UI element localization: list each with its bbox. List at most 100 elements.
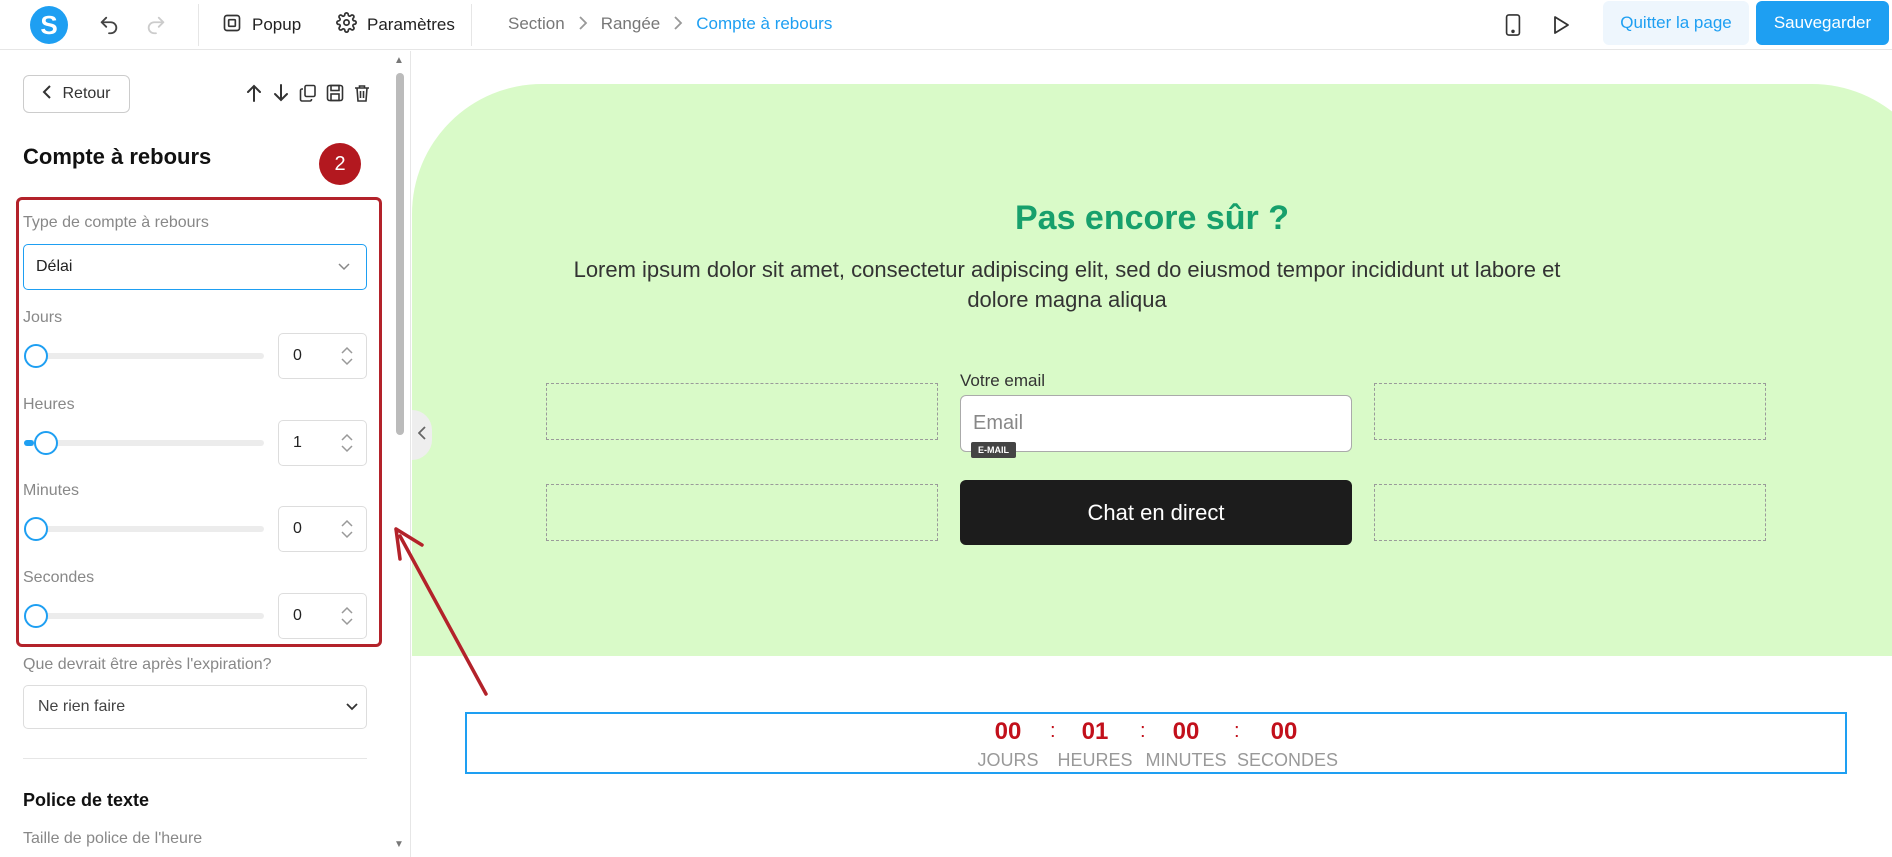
redo-icon[interactable]	[144, 13, 168, 37]
quit-page-button[interactable]: Quitter la page	[1603, 1, 1749, 45]
empty-column-slot[interactable]	[546, 383, 938, 440]
slider-knob[interactable]	[33, 431, 58, 455]
seconds-label: Secondes	[23, 569, 95, 586]
save-block-icon[interactable]	[325, 83, 345, 103]
slider-knob[interactable]	[24, 604, 48, 628]
hero-section[interactable]	[412, 84, 1892, 656]
countdown-type-select[interactable]: Délai	[23, 244, 367, 290]
gear-icon	[336, 12, 357, 38]
top-toolbar: S Popup Paramètres Section Rangée Compte…	[0, 0, 1892, 50]
countdown-seconds-value: 00	[1270, 718, 1298, 745]
slider-fill	[24, 440, 34, 446]
countdown-hours-label: HEURES	[1057, 750, 1133, 770]
live-chat-button[interactable]: Chat en direct	[960, 480, 1352, 545]
countdown-days-value: 00	[994, 718, 1022, 745]
breadcrumb-item-countdown[interactable]: Compte à rebours	[696, 14, 832, 34]
popup-label: Popup	[252, 15, 302, 34]
hero-body-text[interactable]: Lorem ipsum dolor sit amet, consectetur …	[562, 255, 1572, 315]
popup-menu-button[interactable]: Popup	[222, 11, 301, 39]
hours-input[interactable]: 1	[278, 420, 367, 466]
divider	[23, 758, 367, 759]
step-badge: 2	[319, 143, 361, 185]
scrollbar-thumb[interactable]	[396, 73, 404, 435]
seconds-value: 0	[293, 607, 302, 624]
seconds-input[interactable]: 0	[278, 593, 367, 639]
scroll-up-icon[interactable]: ▲	[394, 55, 404, 66]
hours-label: Heures	[23, 396, 75, 413]
days-label: Jours	[23, 309, 63, 326]
email-label: Votre email	[960, 371, 1046, 390]
email-placeholder: Email	[973, 412, 1024, 434]
element-tools	[244, 83, 372, 103]
duplicate-icon[interactable]	[298, 83, 318, 103]
play-preview-icon[interactable]	[1549, 13, 1573, 37]
days-input[interactable]: 0	[278, 333, 367, 379]
hours-value: 1	[293, 434, 302, 451]
font-section-title: Police de texte	[23, 790, 150, 810]
seconds-slider[interactable]	[24, 604, 264, 628]
panel-title: Compte à rebours	[23, 144, 212, 169]
editor-canvas: Pas encore sûr ? Lorem ipsum dolor sit a…	[412, 51, 1892, 857]
chevron-down-icon	[338, 258, 350, 276]
chevron-left-icon	[417, 425, 426, 445]
countdown-seconds-label: SECONDES	[1237, 750, 1339, 770]
minutes-slider[interactable]	[24, 517, 264, 541]
countdown-type-value: Délai	[36, 258, 73, 275]
chevron-right-icon	[672, 15, 684, 33]
minutes-input[interactable]: 0	[278, 506, 367, 552]
chevron-left-icon	[42, 84, 52, 104]
countdown-minutes-label: MINUTES	[1145, 750, 1227, 770]
breadcrumb: Section Rangée Compte à rebours	[508, 14, 832, 34]
countdown-days: 00 JOURS	[976, 718, 1040, 771]
countdown-timer[interactable]: 00 JOURS : 01 HEURES : 00 MINUTES : 00 S…	[465, 712, 1847, 774]
move-up-icon[interactable]	[244, 83, 264, 103]
empty-column-slot[interactable]	[546, 484, 938, 541]
settings-menu-button[interactable]: Paramètres	[336, 11, 455, 39]
back-button[interactable]: Retour	[23, 75, 130, 113]
countdown-hours-value: 01	[1081, 718, 1109, 745]
stepper-icon[interactable]	[340, 606, 354, 626]
breadcrumb-item-row[interactable]: Rangée	[601, 14, 661, 34]
empty-column-slot[interactable]	[1374, 484, 1766, 541]
countdown-type-label: Type de compte à rebours	[23, 214, 209, 231]
countdown-seconds: 00 SECONDES	[1237, 718, 1339, 771]
undo-icon[interactable]	[97, 13, 121, 37]
back-label: Retour	[62, 85, 111, 102]
popup-icon	[222, 13, 242, 38]
slider-knob[interactable]	[24, 517, 48, 541]
settings-panel: Retour Compte à rebours 2 Type de compte…	[0, 51, 411, 857]
chevron-right-icon	[577, 15, 589, 33]
stepper-icon[interactable]	[340, 346, 354, 366]
countdown-minutes-value: 00	[1172, 718, 1200, 745]
settings-label: Paramètres	[367, 15, 455, 34]
email-input[interactable]: Email	[960, 395, 1352, 452]
stepper-icon[interactable]	[340, 433, 354, 453]
empty-column-slot[interactable]	[1374, 383, 1766, 440]
days-slider[interactable]	[24, 344, 264, 368]
expiry-select[interactable]: Ne rien faire	[23, 685, 367, 729]
days-value: 0	[293, 347, 302, 364]
expiry-value: Ne rien faire	[38, 698, 126, 715]
stepper-icon[interactable]	[340, 519, 354, 539]
toolbar-divider	[198, 4, 199, 46]
mobile-preview-icon[interactable]	[1501, 13, 1525, 37]
save-button[interactable]: Sauvegarder	[1756, 1, 1889, 45]
time-font-size-label: Taille de police de l'heure	[23, 830, 203, 847]
slider-knob[interactable]	[24, 344, 48, 368]
move-down-icon[interactable]	[271, 83, 291, 103]
toolbar-divider	[471, 4, 472, 46]
hours-slider[interactable]	[24, 431, 264, 455]
scroll-down-icon[interactable]: ▼	[394, 839, 404, 850]
minutes-label: Minutes	[23, 482, 80, 499]
countdown-minutes: 00 MINUTES	[1145, 718, 1227, 771]
countdown-days-label: JOURS	[977, 750, 1039, 770]
chevron-down-icon	[346, 698, 358, 716]
app-logo[interactable]: S	[30, 6, 68, 44]
hero-headline[interactable]: Pas encore sûr ?	[412, 199, 1892, 238]
minutes-value: 0	[293, 520, 302, 537]
trash-icon[interactable]	[352, 83, 372, 103]
breadcrumb-item-section[interactable]: Section	[508, 14, 565, 34]
countdown-separator: :	[1050, 720, 1056, 742]
expiry-label: Que devrait être après l'expiration?	[23, 656, 272, 673]
email-field-tag: E-MAIL	[971, 442, 1016, 458]
